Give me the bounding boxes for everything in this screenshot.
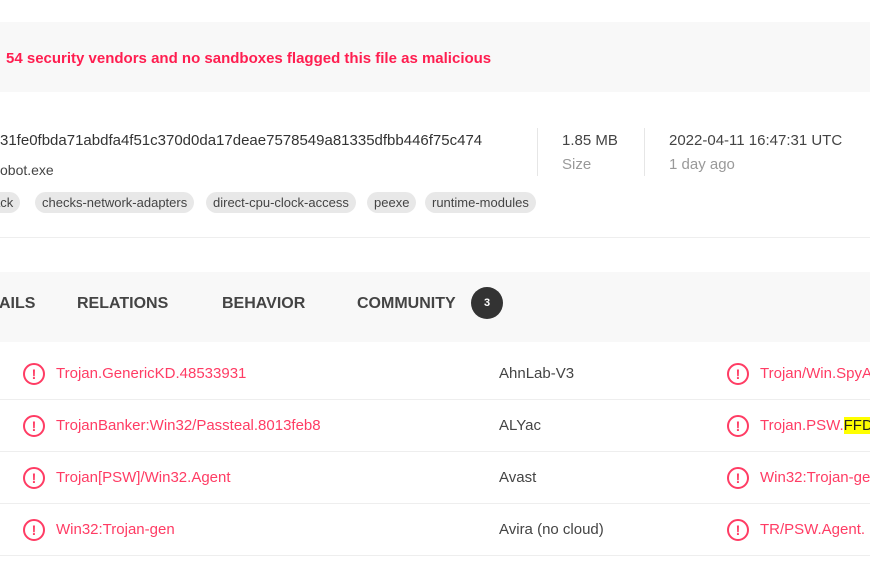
divider [0,237,870,238]
table-row: ! Trojan.GenericKD.48533931 AhnLab-V3 ! … [0,348,870,400]
alert-circle-icon: ! [23,363,45,385]
alert-circle-icon: ! [23,415,45,437]
analysis-date: 2022-04-11 16:47:31 UTC [669,132,843,149]
table-row: ! Trojan[PSW]/Win32.Agent Avast ! Win32:… [0,452,870,504]
detection-result: Win32:Trojan-gen [56,521,175,538]
file-hash[interactable]: 31fe0fbda71abdfa4f51c370d0da17deae757854… [0,132,482,149]
file-name: obot.exe [0,162,54,178]
tab-behavior[interactable]: BEHAVIOR [222,295,305,313]
table-row: ! Win32:Trojan-gen Avira (no cloud) ! TR… [0,504,870,556]
detection-result: Win32:Trojan-ge [760,469,870,486]
table-row: ! TrojanBanker:Win32/Passteal.8013feb8 A… [0,400,870,452]
detection-result: Trojan/Win.SpyA [760,365,870,382]
vendor-name: ALYac [499,417,541,434]
detection-result: Trojan[PSW]/Win32.Agent [56,469,231,486]
divider [537,128,538,176]
divider [644,128,645,176]
vendor-name: Avira (no cloud) [499,521,604,538]
community-count-badge: 3 [471,287,503,319]
vendor-name: AhnLab-V3 [499,365,575,382]
vendor-name: Avast [499,469,537,486]
tag[interactable]: ack [0,192,21,213]
tab-community[interactable]: COMMUNITY [357,295,456,313]
file-size: 1.85 MB [562,132,618,149]
search-highlight: FFD [843,417,870,434]
detection-result: TR/PSW.Agent. [760,521,866,538]
detection-result: Trojan.PSW.FFD [760,417,870,434]
analysis-relative: 1 day ago [669,156,735,173]
alert-circle-icon: ! [23,467,45,489]
tag[interactable]: peexe [367,192,417,213]
tag[interactable]: direct-cpu-clock-access [206,192,356,213]
detection-summary: 54 security vendors and no sandboxes fla… [6,50,492,67]
file-size-label: Size [562,156,592,173]
detection-result: Trojan.GenericKD.48533931 [56,365,247,382]
alert-circle-icon: ! [727,519,749,541]
tab-relations[interactable]: RELATIONS [77,295,168,313]
alert-circle-icon: ! [727,415,749,437]
tab-details[interactable]: AILS [0,295,35,313]
detection-result: TrojanBanker:Win32/Passteal.8013feb8 [56,417,321,434]
tag[interactable]: checks-network-adapters [35,192,195,213]
alert-circle-icon: ! [727,467,749,489]
alert-circle-icon: ! [23,519,45,541]
alert-circle-icon: ! [727,363,749,385]
tag[interactable]: runtime-modules [425,192,536,213]
